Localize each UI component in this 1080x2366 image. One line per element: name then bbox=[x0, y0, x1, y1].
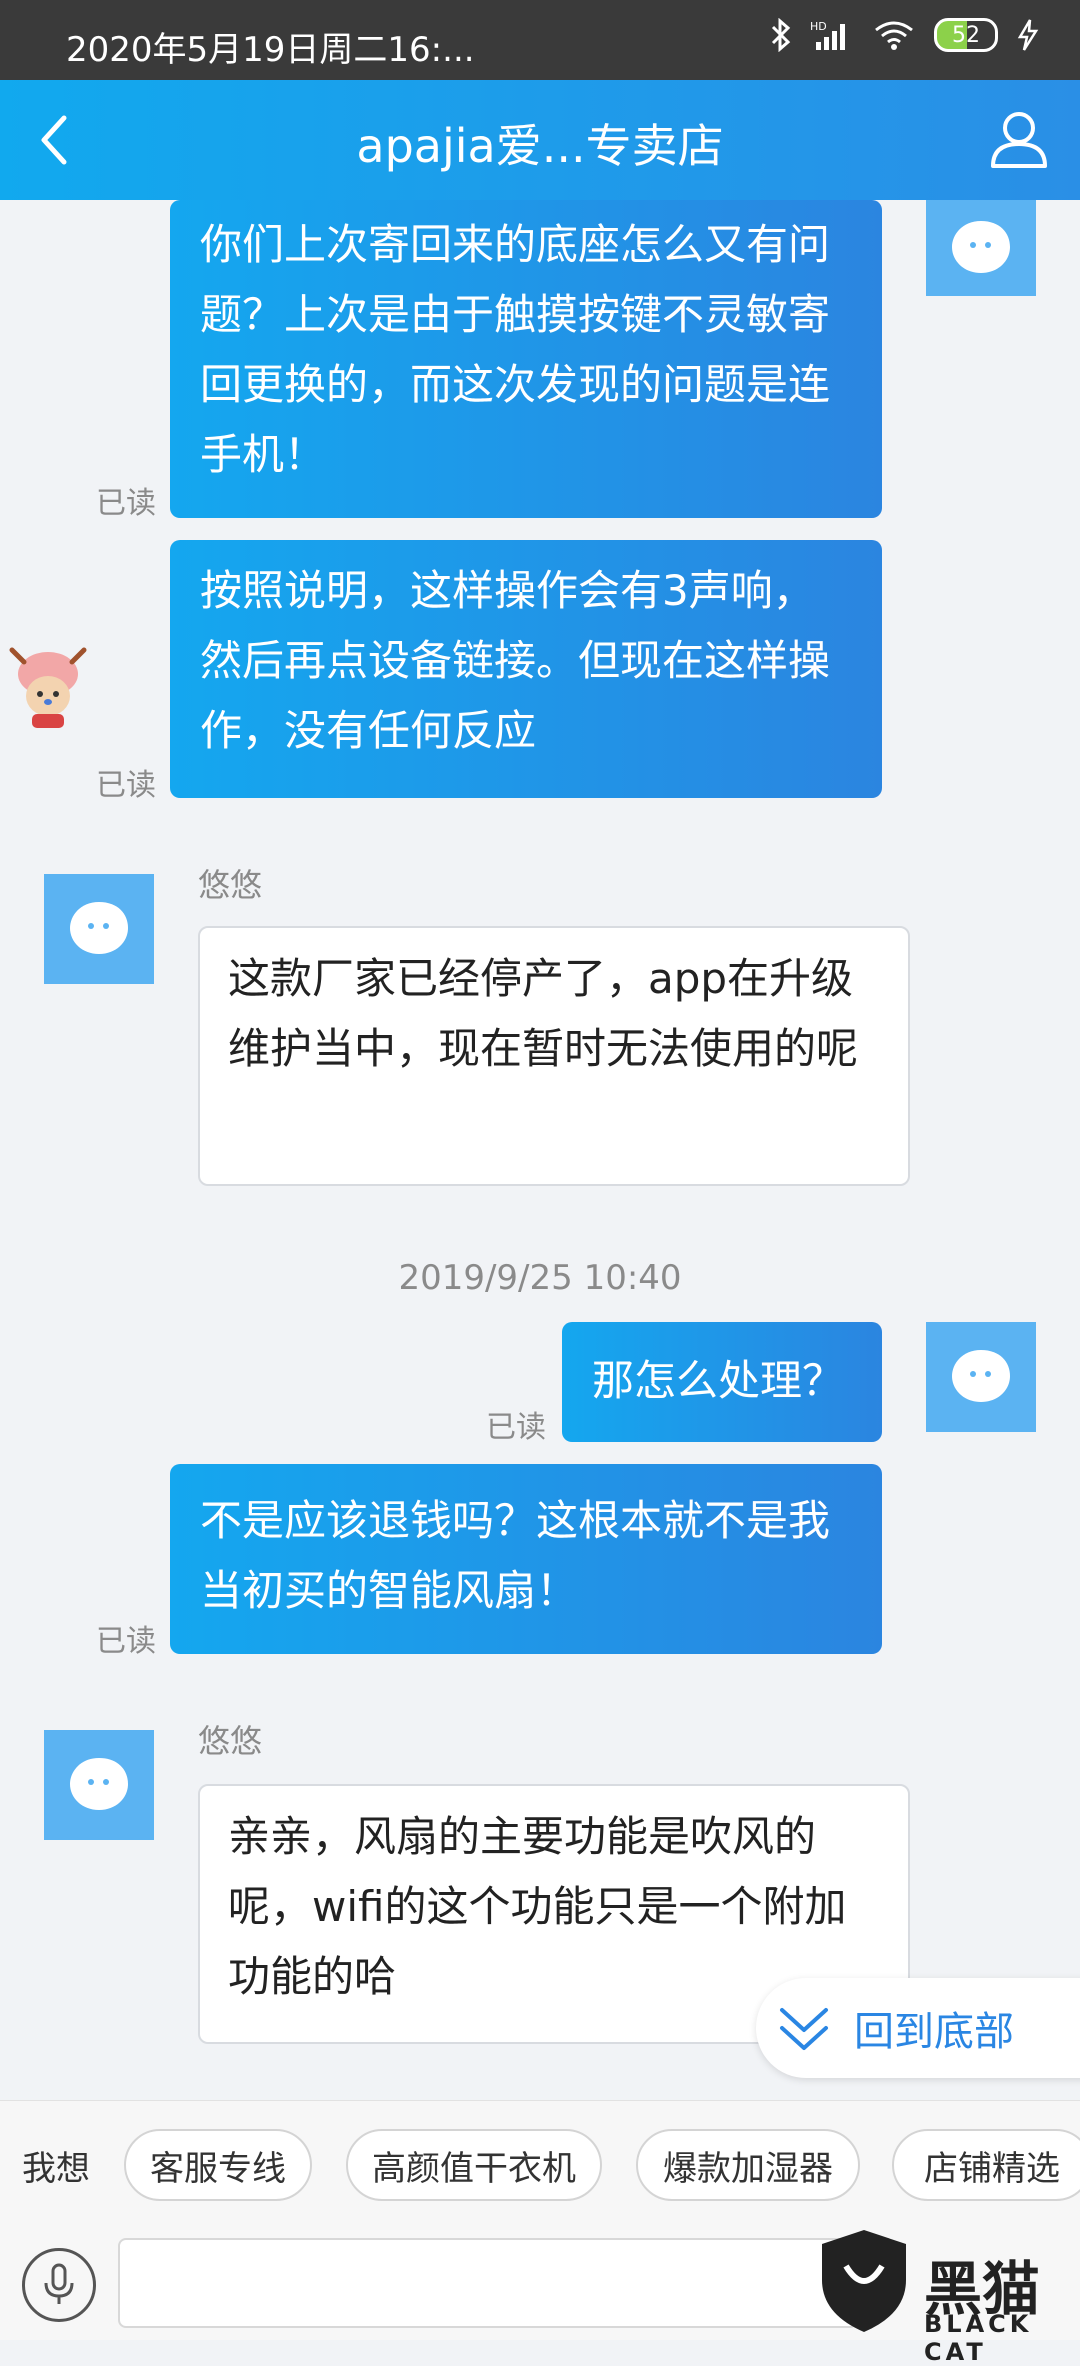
timestamp: 2019/9/25 10:40 bbox=[398, 1258, 682, 1298]
page-title: apajia爱...专卖店 bbox=[356, 119, 724, 173]
battery-icon: 52 bbox=[934, 18, 998, 52]
watermark-subtext: BLACK CAT bbox=[924, 2310, 1033, 2366]
read-status: 已读 bbox=[486, 1410, 546, 1445]
agent-avatar[interactable] bbox=[44, 1730, 154, 1840]
chip-dryer[interactable]: 高颜值干衣机 bbox=[346, 2129, 602, 2201]
chat-bubble-avatar-icon bbox=[952, 215, 1010, 273]
chat-bubble-avatar-icon bbox=[70, 1758, 128, 1810]
chat-bubble-avatar-icon bbox=[70, 902, 128, 954]
read-status: 已读 bbox=[96, 1624, 156, 1659]
message-bubble-out: 你们上次寄回来的底座怎么又有问题？上次是由于触摸按键不灵敏寄回更换的，而这次发现… bbox=[170, 200, 882, 518]
double-chevron-down-icon bbox=[780, 2008, 828, 2050]
chat-header: apajia爱...专卖店 bbox=[0, 80, 1080, 200]
read-status: 已读 bbox=[96, 768, 156, 803]
black-cat-watermark: 黑猫 BLACK CAT bbox=[806, 2220, 1080, 2366]
message-bubble-out: 不是应该退钱吗？这根本就不是我当初买的智能风扇！ bbox=[170, 1464, 882, 1654]
quick-reply-bar: 我想 客服专线 高颜值干衣机 爆款加湿器 店铺精选 bbox=[0, 2100, 1080, 2221]
voice-button[interactable] bbox=[22, 2248, 96, 2322]
my-avatar[interactable] bbox=[926, 200, 1036, 296]
status-icons: HD 52 bbox=[770, 18, 1040, 52]
chip-store-picks[interactable]: 店铺精选 bbox=[892, 2129, 1080, 2201]
status-bar: 2020年5月19日周二16:... HD 52 bbox=[0, 0, 1080, 80]
svg-text:HD: HD bbox=[810, 20, 827, 33]
chat-area[interactable]: 你们上次寄回来的底座怎么又有问题？上次是由于触摸按键不灵敏寄回更换的，而这次发现… bbox=[0, 200, 1080, 2100]
user-icon[interactable] bbox=[988, 108, 1050, 170]
message-bubble-out: 那怎么处理？ bbox=[562, 1322, 882, 1442]
shield-logo-icon bbox=[822, 2230, 906, 2332]
chip-humidifier[interactable]: 爆款加湿器 bbox=[636, 2129, 860, 2201]
back-to-bottom-button[interactable]: 回到底部 bbox=[756, 1978, 1080, 2078]
chat-bubble-avatar-icon bbox=[952, 1350, 1010, 1402]
my-avatar[interactable] bbox=[926, 1322, 1036, 1432]
status-time: 2020年5月19日周二16:... bbox=[66, 30, 475, 70]
message-bubble-in: 这款厂家已经停产了，app在升级维护当中，现在暂时无法使用的呢 bbox=[198, 926, 910, 1186]
chopper-sticker-icon bbox=[9, 647, 87, 728]
quick-bar-label: 我想 bbox=[22, 2149, 90, 2189]
microphone-icon bbox=[44, 2263, 74, 2304]
wifi-icon bbox=[875, 21, 913, 50]
hd-signal-icon: HD bbox=[810, 20, 845, 50]
message-bubble-out: 按照说明，这样操作会有3声响，然后再点设备链接。但现在这样操作，没有任何反应 bbox=[170, 540, 882, 798]
read-status: 已读 bbox=[96, 486, 156, 521]
bluetooth-icon bbox=[771, 18, 791, 52]
back-to-bottom-label: 回到底部 bbox=[854, 2009, 1014, 2055]
sender-name: 悠悠 bbox=[198, 866, 263, 904]
charging-icon bbox=[1017, 19, 1039, 51]
agent-avatar[interactable] bbox=[44, 874, 154, 984]
message-input[interactable] bbox=[118, 2238, 858, 2328]
sender-name: 悠悠 bbox=[198, 1722, 263, 1760]
chip-customer-service[interactable]: 客服专线 bbox=[124, 2129, 312, 2201]
battery-level: 52 bbox=[952, 22, 980, 48]
